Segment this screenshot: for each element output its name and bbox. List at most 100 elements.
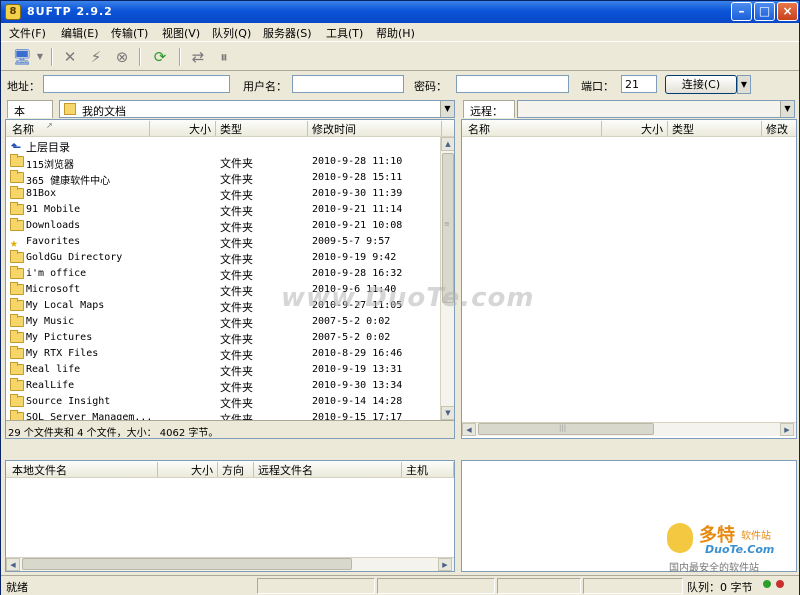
- menu-transfer[interactable]: 传输(T): [111, 25, 148, 41]
- parent-dir-label: 上层目录: [26, 141, 70, 154]
- led-green-icon: [763, 580, 771, 588]
- scroll-left-icon[interactable]: ◀: [6, 558, 20, 571]
- grip-icon: |||: [559, 424, 567, 432]
- local-tab[interactable]: 本地：: [7, 100, 53, 134]
- scroll-up-icon[interactable]: ▲: [441, 137, 454, 151]
- table-row[interactable]: 115浏览器 文件夹 2010-9-28 11:10: [6, 154, 442, 171]
- queue-scroll-thumb[interactable]: [22, 558, 352, 570]
- transfer-queue-list: 本地文件名 大小 方向 远程文件名 主机 ◀ ▶: [5, 460, 455, 572]
- local-file-list: 名称 ↗ 大小 类型 修改时间 ⬑ 上层目录 115浏览器 文件夹 2010-9-28…: [5, 119, 455, 439]
- file-type: 文件夹: [220, 397, 253, 410]
- remote-column-type[interactable]: 类型: [668, 121, 762, 136]
- scroll-right-icon[interactable]: ▶: [780, 423, 794, 436]
- queue-column-size[interactable]: 大小: [158, 462, 218, 477]
- minimize-button[interactable]: –: [731, 2, 752, 21]
- folder-icon: [10, 378, 24, 391]
- table-row[interactable]: Source Insight 文件夹 2010-9-14 14:28: [6, 394, 442, 410]
- status-ready: 就绪: [6, 581, 28, 594]
- table-row[interactable]: GoldGu Directory 文件夹 2010-9-19 9:42: [6, 250, 442, 266]
- menu-file[interactable]: 文件(F): [9, 25, 46, 41]
- remote-scroll-thumb[interactable]: |||: [478, 423, 654, 435]
- menu-help[interactable]: 帮助(H): [376, 25, 415, 41]
- queue-column-local-name[interactable]: 本地文件名: [8, 462, 158, 477]
- port-input[interactable]: 21: [621, 75, 657, 93]
- table-row[interactable]: My Music 文件夹 2007-5-2 0:02: [6, 314, 442, 330]
- queue-column-remote-name[interactable]: 远程文件名: [254, 462, 402, 477]
- table-row[interactable]: ★ Favorites 文件夹 2009-5-7 9:57: [6, 234, 442, 251]
- file-name: My Music: [26, 316, 75, 327]
- table-row[interactable]: Real life 文件夹 2010-9-19 13:31: [6, 362, 442, 378]
- stop-icon[interactable]: ⊗: [111, 47, 133, 67]
- scroll-left-icon[interactable]: ◀: [462, 423, 476, 436]
- chevron-down-icon[interactable]: ▼: [440, 101, 454, 117]
- column-type[interactable]: 类型: [216, 121, 308, 136]
- pause-icon[interactable]: ⏸: [213, 47, 235, 67]
- local-scroll-thumb[interactable]: ≡: [442, 153, 454, 303]
- table-row[interactable]: 81Box 文件夹 2010-9-30 11:39: [6, 186, 442, 202]
- logo-tagline: 国内最安全的软件站: [669, 563, 759, 574]
- folder-icon: [10, 362, 24, 375]
- connect-button[interactable]: 连接(C): [665, 75, 737, 94]
- table-row[interactable]: 91 Mobile 文件夹 2010-9-21 11:14: [6, 202, 442, 218]
- menu-queue[interactable]: 队列(Q): [212, 25, 251, 41]
- file-name: Downloads: [26, 220, 81, 231]
- lightning-icon[interactable]: ⚡: [85, 47, 107, 67]
- table-row[interactable]: My RTX Files 文件夹 2010-8-29 16:46: [6, 346, 442, 362]
- remote-column-size[interactable]: 大小: [602, 121, 668, 136]
- local-path-combo[interactable]: 我的文档 ▼: [59, 100, 455, 118]
- file-mtime: 2010-9-30 13:34: [312, 380, 403, 391]
- password-input[interactable]: [456, 75, 569, 93]
- table-row[interactable]: i'm office 文件夹 2010-9-28 16:32: [6, 266, 442, 282]
- queue-column-host[interactable]: 主机: [402, 462, 454, 477]
- column-size[interactable]: 大小: [150, 121, 216, 136]
- chevron-down-icon[interactable]: ▼: [780, 101, 794, 117]
- menu-server[interactable]: 服务器(S): [263, 25, 312, 41]
- menu-view[interactable]: 视图(V): [162, 25, 200, 41]
- queue-header: 本地文件名 大小 方向 远程文件名 主机: [6, 461, 454, 478]
- folder-icon: [10, 282, 24, 295]
- column-mtime[interactable]: 修改时间: [308, 121, 442, 136]
- pictures-folder-icon: [10, 330, 24, 343]
- remote-horizontal-scrollbar[interactable]: ◀ ||| ▶: [462, 422, 796, 436]
- transfer-icon[interactable]: ⇄: [187, 47, 209, 67]
- menu-edit[interactable]: 编辑(E): [61, 25, 99, 41]
- remote-path-bar: 远程： ▼: [461, 99, 797, 119]
- folder-icon: [10, 250, 24, 263]
- window-title: 8UFTP 2.9.2: [27, 5, 113, 18]
- password-label: 密码：: [414, 80, 447, 93]
- column-name[interactable]: 名称 ↗: [8, 121, 150, 136]
- connect-dropdown-icon[interactable]: ▼: [737, 75, 751, 94]
- parent-dir-row[interactable]: ⬑ 上层目录: [6, 138, 442, 154]
- folder-icon: [10, 218, 24, 231]
- remote-column-mtime[interactable]: 修改: [762, 121, 796, 136]
- remote-column-name[interactable]: 名称: [464, 121, 602, 136]
- table-row[interactable]: Downloads 文件夹 2010-9-21 10:08: [6, 218, 442, 234]
- table-row[interactable]: My Pictures 文件夹 2007-5-2 0:02: [6, 330, 442, 346]
- scroll-right-icon[interactable]: ▶: [438, 558, 452, 571]
- queue-column-direction[interactable]: 方向: [218, 462, 254, 477]
- table-row[interactable]: RealLife 文件夹 2010-9-30 13:34: [6, 378, 442, 394]
- username-input[interactable]: [292, 75, 404, 93]
- title-bar[interactable]: 8 8UFTP 2.9.2 – □ ×: [1, 1, 799, 23]
- disconnect-icon[interactable]: ✕: [59, 47, 81, 67]
- close-button[interactable]: ×: [777, 2, 798, 21]
- local-vertical-scrollbar[interactable]: ▲ ≡ ▼: [440, 137, 454, 420]
- maximize-button[interactable]: □: [754, 2, 775, 21]
- port-label: 端口：: [581, 80, 614, 93]
- queue-horizontal-scrollbar[interactable]: ◀ ▶: [6, 557, 454, 571]
- table-row[interactable]: 365 健康软件中心 文件夹 2010-9-28 15:11: [6, 170, 442, 187]
- folder-icon: [10, 170, 24, 183]
- dropdown-arrow-icon[interactable]: ▼: [35, 47, 45, 67]
- remote-tab[interactable]: 远程：: [463, 100, 515, 118]
- file-name: 81Box: [26, 188, 57, 199]
- menu-tools[interactable]: 工具(T): [326, 25, 363, 41]
- computer-icon[interactable]: 🖥: [11, 47, 33, 67]
- refresh-icon[interactable]: ⟳: [149, 47, 171, 67]
- remote-path-combo[interactable]: ▼: [517, 100, 795, 118]
- folder-icon: [10, 394, 24, 407]
- local-status-line: 29 个文件夹和 4 个文件，大小： 4062 字节。: [6, 420, 454, 438]
- scroll-down-icon[interactable]: ▼: [441, 406, 454, 420]
- file-mtime: 2010-9-14 14:28: [312, 396, 403, 407]
- address-input[interactable]: [43, 75, 230, 93]
- file-type: 文件夹: [220, 269, 253, 282]
